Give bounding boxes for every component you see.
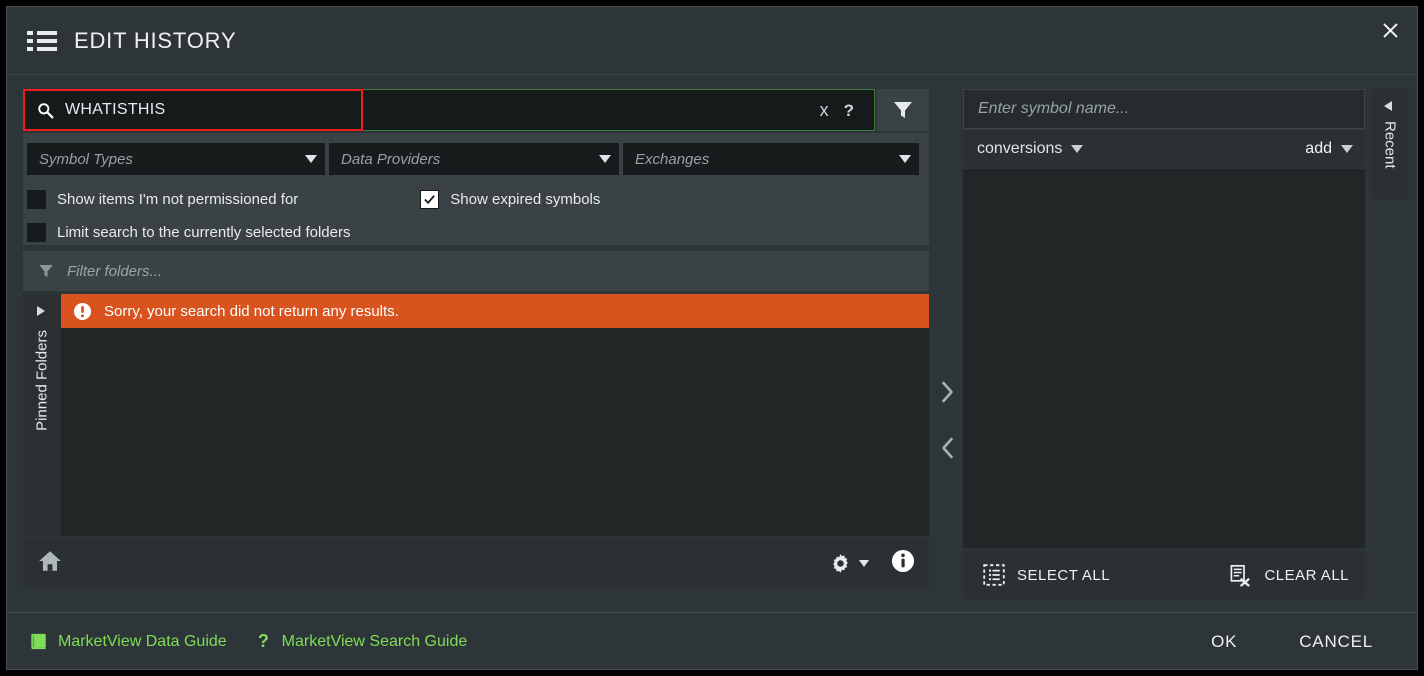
folder-filter-placeholder: Filter folders... — [67, 262, 163, 280]
page-title: EDIT HISTORY — [74, 27, 237, 53]
check-icon — [424, 195, 436, 205]
chevron-down-icon — [599, 155, 611, 163]
recent-tab-label: Recent — [1381, 121, 1399, 169]
close-icon — [1383, 23, 1397, 37]
info-icon — [891, 549, 915, 572]
pinned-folders-label: Pinned Folders — [33, 330, 51, 431]
gear-icon — [833, 553, 848, 573]
show-expired-symbols-checkbox[interactable] — [420, 190, 440, 209]
title-bar: EDIT HISTORY — [7, 7, 1417, 75]
funnel-icon — [894, 102, 912, 118]
show-not-permissioned-label: Show items I'm not permissioned for — [57, 191, 299, 208]
ok-button[interactable]: OK — [1197, 626, 1251, 658]
dialog-footer: MarketView Data Guide ? MarketView Searc… — [7, 612, 1417, 670]
add-to-list-button[interactable] — [934, 375, 961, 414]
cancel-button[interactable]: CANCEL — [1285, 626, 1387, 658]
clear-all-icon — [1231, 564, 1251, 587]
exchanges-label: Exchanges — [635, 150, 710, 168]
chevron-left-icon — [1384, 101, 1392, 111]
clear-all-label: CLEAR ALL — [1264, 566, 1349, 584]
search-guide-link[interactable]: ? MarketView Search Guide — [257, 632, 468, 651]
chevron-down-icon — [305, 155, 317, 163]
search-icon — [38, 102, 54, 118]
search-results-area: Pinned Folders Sorry, your search did no… — [23, 294, 929, 536]
edit-history-dialog: EDIT HISTORY WHATISTHIS x ? Symbol Types… — [6, 6, 1418, 670]
search-options: Show items I'm not permissioned for Show… — [23, 175, 929, 245]
check-row-1: Show items I'm not permissioned for Show… — [27, 187, 929, 212]
symbol-name-placeholder: Enter symbol name... — [978, 100, 1130, 117]
search-panel: WHATISTHIS x ? Symbol Types Data Provide… — [23, 89, 929, 599]
chevron-right-icon — [941, 381, 953, 403]
select-all-icon — [983, 564, 1005, 586]
exchanges-select[interactable]: Exchanges — [623, 143, 919, 175]
remove-from-list-button[interactable] — [934, 431, 961, 470]
symbol-types-label: Symbol Types — [39, 150, 133, 168]
chevron-down-icon[interactable] — [1071, 145, 1084, 153]
selection-toolbar: SELECT ALL CLEAR ALL — [963, 551, 1365, 599]
data-providers-label: Data Providers — [341, 150, 441, 168]
show-expired-symbols-label: Show expired symbols — [450, 191, 601, 208]
select-all-label: SELECT ALL — [1017, 566, 1111, 584]
search-filter-button[interactable] — [877, 89, 929, 131]
info-button[interactable] — [891, 549, 915, 578]
add-button[interactable]: add — [1305, 140, 1332, 158]
chevron-right-icon — [37, 306, 45, 316]
search-filters-panel: Symbol Types Data Providers Exchanges Sh… — [23, 133, 929, 245]
list-icon — [27, 30, 57, 52]
chevron-down-icon — [859, 559, 869, 567]
selection-panel: Enter symbol name... conversions add SEL… — [963, 89, 1365, 599]
symbol-types-select[interactable]: Symbol Types — [27, 143, 325, 175]
limit-search-folders-checkbox[interactable] — [27, 223, 46, 242]
filter-selects-row: Symbol Types Data Providers Exchanges — [23, 143, 929, 175]
symbol-name-input[interactable]: Enter symbol name... — [963, 89, 1365, 129]
current-list-name[interactable]: conversions — [977, 140, 1062, 158]
transfer-controls — [933, 375, 961, 470]
limit-search-folders-label: Limit search to the currently selected f… — [57, 224, 351, 241]
check-row-2: Limit search to the currently selected f… — [27, 220, 929, 245]
data-providers-select[interactable]: Data Providers — [329, 143, 619, 175]
chevron-down-icon — [899, 155, 911, 163]
chevron-down-icon[interactable] — [1341, 145, 1353, 153]
pinned-folders-tab[interactable]: Pinned Folders — [23, 294, 61, 536]
no-results-alert: Sorry, your search did not return any re… — [61, 294, 929, 328]
exclamation-circle-icon — [73, 302, 92, 320]
clear-all-button[interactable]: CLEAR ALL — [1229, 564, 1349, 587]
data-guide-link[interactable]: MarketView Data Guide — [29, 632, 227, 651]
results-list: Sorry, your search did not return any re… — [61, 294, 929, 536]
settings-button[interactable] — [829, 552, 869, 575]
select-all-button[interactable]: SELECT ALL — [983, 564, 1110, 586]
folder-filter-input[interactable]: Filter folders... — [23, 251, 929, 291]
selected-symbols-list[interactable] — [963, 169, 1365, 548]
no-results-message: Sorry, your search did not return any re… — [104, 302, 399, 320]
funnel-icon — [39, 265, 53, 277]
search-input[interactable]: WHATISTHIS x ? — [23, 89, 875, 131]
svg-text:?: ? — [258, 632, 269, 651]
results-toolbar — [23, 539, 929, 587]
home-button[interactable] — [37, 548, 63, 579]
recent-panel-tab[interactable]: Recent — [1371, 89, 1409, 199]
search-input-value: WHATISTHIS — [65, 101, 166, 118]
book-icon — [31, 633, 46, 650]
show-not-permissioned-checkbox[interactable] — [27, 190, 46, 209]
question-icon: ? — [258, 632, 269, 651]
search-guide-label: MarketView Search Guide — [281, 632, 468, 650]
list-selector-row: conversions add — [963, 131, 1365, 167]
data-guide-label: MarketView Data Guide — [58, 632, 227, 650]
search-help-icon[interactable]: ? — [842, 102, 866, 119]
dialog-body: WHATISTHIS x ? Symbol Types Data Provide… — [7, 75, 1417, 612]
close-button[interactable] — [1373, 13, 1407, 47]
clear-search-icon[interactable]: x — [807, 101, 842, 119]
home-icon — [39, 550, 61, 571]
search-bar-row: WHATISTHIS x ? — [23, 89, 929, 131]
chevron-left-icon — [941, 437, 953, 459]
